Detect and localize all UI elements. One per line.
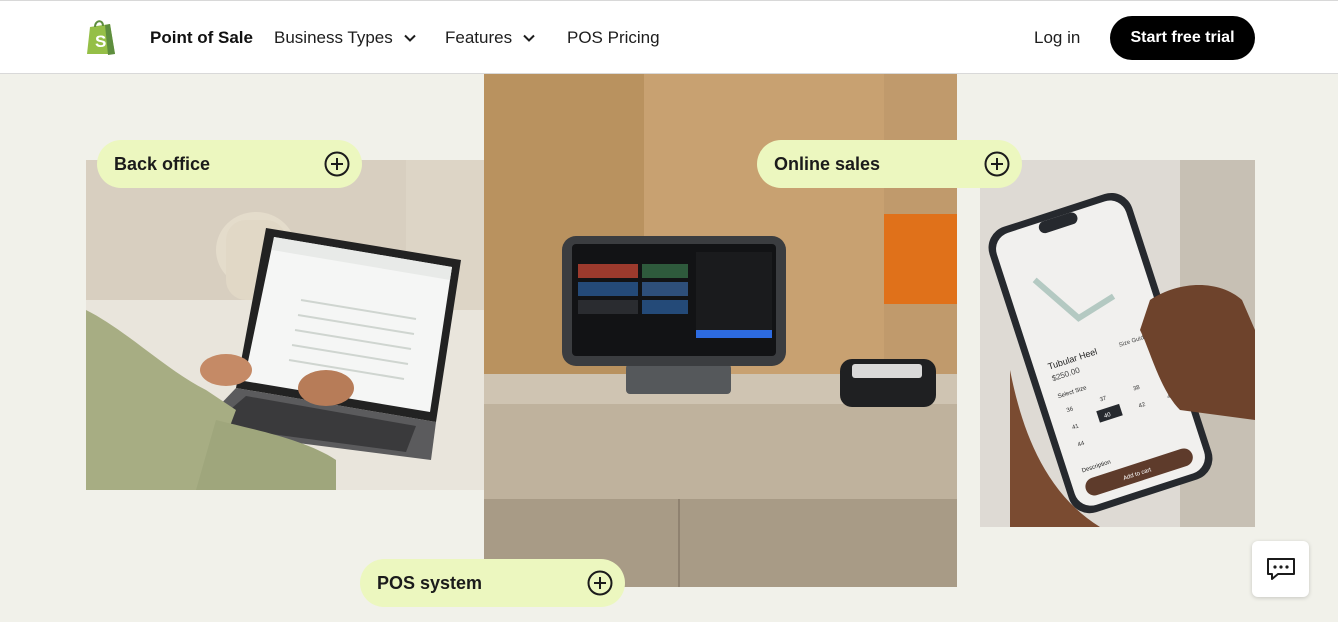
plus-circle-icon bbox=[587, 570, 613, 596]
nav-features-label: Features bbox=[445, 28, 513, 47]
nav-features[interactable]: Features bbox=[445, 1, 536, 75]
top-navigation: S Point of Sale Business Types Features … bbox=[0, 0, 1338, 74]
back-office-image bbox=[86, 160, 522, 490]
pos-system-pill[interactable]: POS system bbox=[360, 559, 625, 607]
plus-circle-icon bbox=[324, 151, 350, 177]
nav-pos-pricing-label: POS Pricing bbox=[567, 28, 660, 47]
nav-pos-pricing[interactable]: POS Pricing bbox=[567, 1, 660, 75]
start-free-trial-button[interactable]: Start free trial bbox=[1110, 16, 1255, 60]
pos-system-label: POS system bbox=[377, 572, 483, 593]
chat-button[interactable] bbox=[1252, 541, 1309, 597]
chevron-down-icon bbox=[523, 34, 535, 42]
back-office-label: Back office bbox=[114, 153, 211, 174]
plus-circle-icon bbox=[984, 151, 1010, 177]
nav-business-types-label: Business Types bbox=[274, 28, 393, 47]
online-sales-pill[interactable]: Online sales bbox=[757, 140, 1022, 188]
back-office-pill[interactable]: Back office bbox=[97, 140, 362, 188]
svg-text:S: S bbox=[95, 32, 106, 51]
chat-bubble-icon bbox=[1266, 558, 1295, 580]
chevron-down-icon bbox=[404, 34, 416, 42]
login-link[interactable]: Log in bbox=[1034, 1, 1080, 75]
nav-business-types[interactable]: Business Types bbox=[274, 1, 417, 75]
shopify-bag-icon[interactable]: S bbox=[84, 18, 118, 56]
online-sales-image: Tubular Heel $250.00 Size Guide Select S… bbox=[980, 160, 1255, 527]
nav-point-of-sale[interactable]: Point of Sale bbox=[150, 1, 253, 75]
nav-point-of-sale-label: Point of Sale bbox=[150, 28, 253, 47]
online-sales-label: Online sales bbox=[774, 153, 881, 174]
